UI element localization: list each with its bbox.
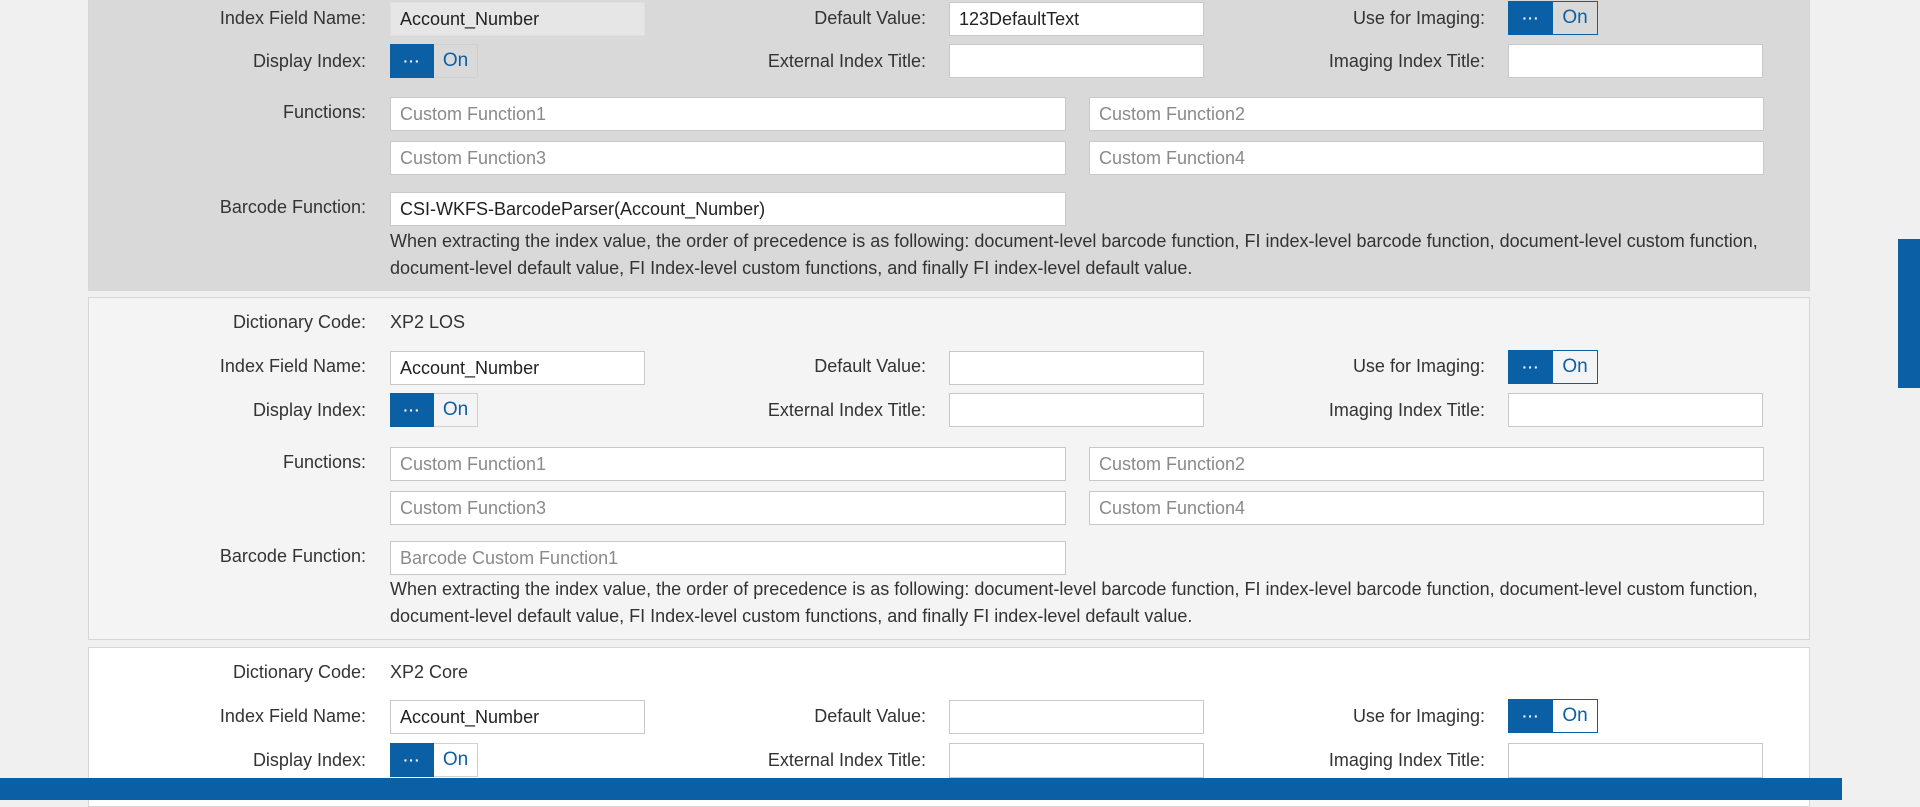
toggle-state: On bbox=[434, 393, 478, 427]
precedence-note: When extracting the index value, the ord… bbox=[390, 231, 1758, 278]
toggle-knob-icon: ··· bbox=[390, 743, 434, 777]
default-value-field[interactable]: 123DefaultText bbox=[949, 2, 1204, 36]
default-value-label: Default Value: bbox=[814, 706, 926, 726]
toggle-knob-icon: ··· bbox=[1509, 700, 1553, 732]
external-index-title-field[interactable] bbox=[949, 743, 1204, 778]
bottom-action-bar bbox=[0, 778, 1842, 800]
toggle-state: On bbox=[1562, 356, 1588, 377]
display-index-label: Display Index: bbox=[252, 400, 366, 420]
display-index-toggle[interactable]: ··· On bbox=[390, 743, 478, 777]
functions-label: Functions: bbox=[282, 102, 366, 122]
index-field-name-field: Account_Number bbox=[390, 2, 645, 36]
external-index-title-label: External Index Title: bbox=[767, 400, 926, 420]
index-field-name-field[interactable]: Account_Number bbox=[390, 351, 645, 385]
toggle-state: On bbox=[1562, 705, 1588, 726]
barcode-function-label: Barcode Function: bbox=[219, 197, 366, 217]
default-value-label: Default Value: bbox=[814, 8, 926, 28]
default-value-field[interactable] bbox=[949, 700, 1204, 734]
side-panel-tab[interactable] bbox=[1898, 239, 1920, 388]
external-index-title-label: External Index Title: bbox=[767, 750, 926, 770]
toggle-knob-icon: ··· bbox=[1509, 2, 1553, 34]
barcode-function-input[interactable]: Barcode Custom Function1 bbox=[390, 541, 1066, 575]
imaging-index-title-label: Imaging Index Title: bbox=[1328, 750, 1485, 770]
barcode-function-label: Barcode Function: bbox=[219, 546, 366, 566]
toggle-state: On bbox=[1562, 7, 1588, 28]
custom-function1-input[interactable]: Custom Function1 bbox=[390, 447, 1066, 481]
dictionary-code-value: XP2 LOS bbox=[390, 312, 466, 332]
toggle-knob-icon: ··· bbox=[390, 393, 434, 427]
imaging-index-title-label: Imaging Index Title: bbox=[1328, 51, 1485, 71]
display-index-label: Display Index: bbox=[252, 750, 366, 770]
index-field-name-label: Index Field Name: bbox=[219, 356, 366, 376]
custom-function3-input[interactable]: Custom Function3 bbox=[390, 491, 1066, 525]
default-value-label: Default Value: bbox=[814, 356, 926, 376]
index-field-name-field[interactable]: Account_Number bbox=[390, 700, 645, 734]
use-for-imaging-toggle[interactable]: ··· On bbox=[1508, 350, 1598, 384]
custom-function4-input[interactable]: Custom Function4 bbox=[1089, 491, 1764, 525]
custom-function1-input[interactable]: Custom Function1 bbox=[390, 97, 1066, 131]
use-for-imaging-label: Use for Imaging: bbox=[1352, 706, 1485, 726]
imaging-index-title-field[interactable] bbox=[1508, 743, 1763, 778]
dictionary-code-label: Dictionary Code: bbox=[232, 312, 366, 332]
display-index-toggle[interactable]: ··· On bbox=[390, 393, 478, 427]
functions-label: Functions: bbox=[282, 452, 366, 472]
external-index-title-label: External Index Title: bbox=[767, 51, 926, 71]
toggle-state: On bbox=[434, 743, 478, 777]
index-field-name-label: Index Field Name: bbox=[219, 8, 366, 28]
use-for-imaging-toggle[interactable]: ··· On bbox=[1508, 1, 1598, 35]
index-field-name-label: Index Field Name: bbox=[219, 706, 366, 726]
imaging-index-title-field[interactable] bbox=[1508, 393, 1763, 427]
toggle-knob-icon: ··· bbox=[390, 44, 434, 78]
toggle-knob-icon: ··· bbox=[1509, 351, 1553, 383]
dictionary-code-label: Dictionary Code: bbox=[232, 662, 366, 682]
display-index-label: Display Index: bbox=[252, 51, 366, 71]
display-index-toggle[interactable]: ··· On bbox=[390, 44, 478, 78]
external-index-title-field[interactable] bbox=[949, 44, 1204, 78]
use-for-imaging-label: Use for Imaging: bbox=[1352, 356, 1485, 376]
dictionary-code-value: XP2 Core bbox=[390, 662, 469, 682]
barcode-function-input[interactable]: CSI-WKFS-BarcodeParser(Account_Number) bbox=[390, 192, 1066, 226]
use-for-imaging-toggle[interactable]: ··· On bbox=[1508, 699, 1598, 733]
imaging-index-title-field[interactable] bbox=[1508, 44, 1763, 78]
custom-function4-input[interactable]: Custom Function4 bbox=[1089, 141, 1764, 175]
use-for-imaging-label: Use for Imaging: bbox=[1352, 8, 1485, 28]
external-index-title-field[interactable] bbox=[949, 393, 1204, 427]
custom-function2-input[interactable]: Custom Function2 bbox=[1089, 97, 1764, 131]
precedence-note: When extracting the index value, the ord… bbox=[390, 579, 1758, 626]
default-value-field[interactable] bbox=[949, 351, 1204, 385]
imaging-index-title-label: Imaging Index Title: bbox=[1328, 400, 1485, 420]
custom-function3-input[interactable]: Custom Function3 bbox=[390, 141, 1066, 175]
custom-function2-input[interactable]: Custom Function2 bbox=[1089, 447, 1764, 481]
toggle-state: On bbox=[434, 44, 478, 78]
